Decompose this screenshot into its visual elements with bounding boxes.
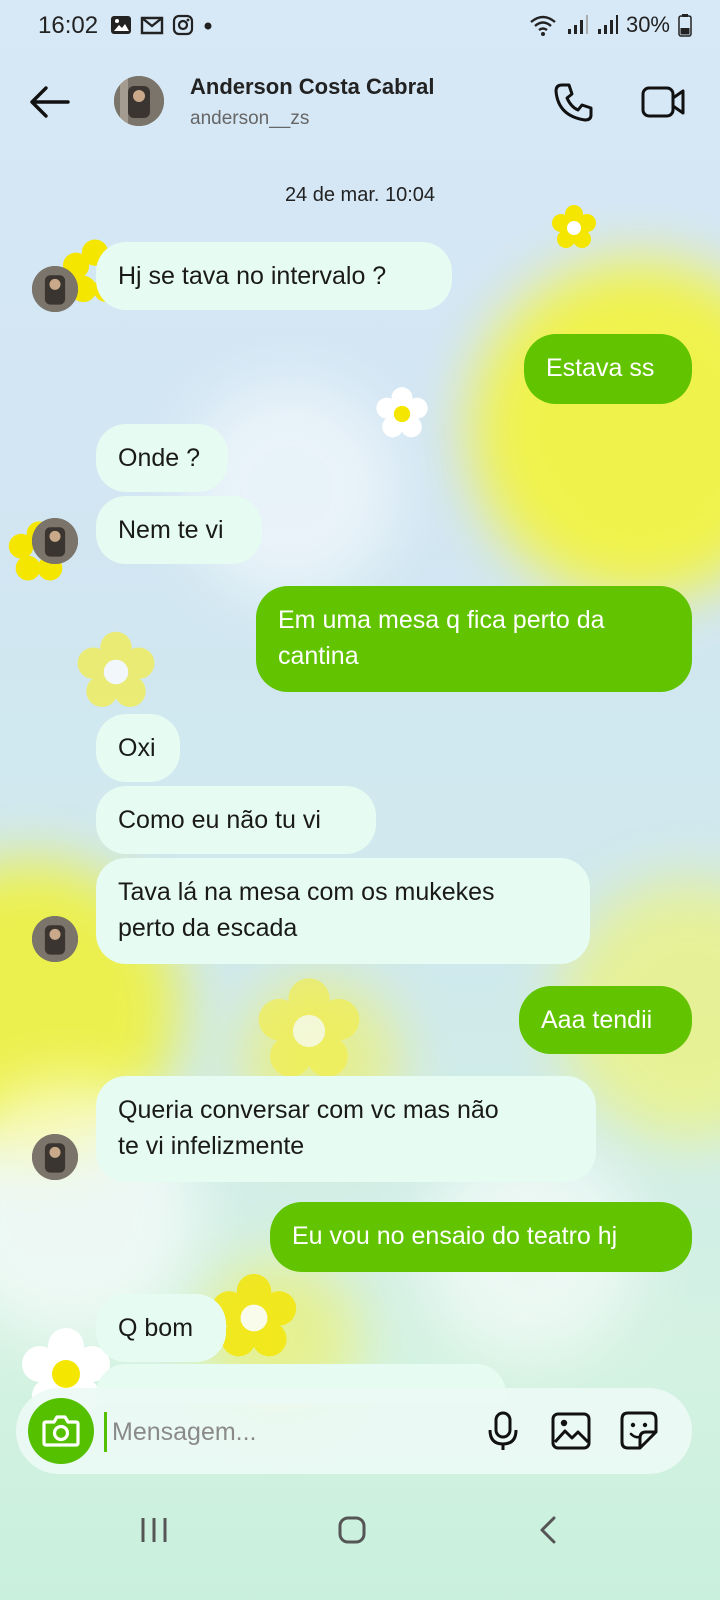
sticker-icon[interactable] xyxy=(616,1408,662,1454)
gallery-icon xyxy=(111,16,131,34)
status-bar: 16:02 30% xyxy=(0,0,720,52)
message-text: Queria conversar com vc mas não xyxy=(118,1096,499,1124)
wifi-icon xyxy=(530,15,556,36)
microphone-icon[interactable] xyxy=(480,1408,526,1454)
status-time: 16:02 xyxy=(38,12,99,39)
message-bubble-outgoing[interactable]: Em uma mesa q fica perto da cantina xyxy=(256,586,692,692)
message-text: te vi infelizmente xyxy=(118,1132,305,1160)
instagram-icon xyxy=(172,14,194,36)
image-icon[interactable] xyxy=(548,1408,594,1454)
camera-icon xyxy=(42,1415,80,1447)
message-bubble-incoming[interactable]: Onde ? xyxy=(96,424,228,492)
message-text: Aaa tendii xyxy=(541,1006,653,1034)
message-bubble-incoming[interactable]: Oxi xyxy=(96,714,180,782)
back-icon[interactable] xyxy=(520,1508,580,1552)
avatar[interactable] xyxy=(32,518,78,564)
message-text: Oxi xyxy=(118,734,156,762)
flower-decoration-icon xyxy=(376,387,428,438)
chat-header: Anderson Costa Cabral anderson__zs xyxy=(0,60,720,146)
signal-icon xyxy=(597,15,618,34)
message-text: Eu vou no ensaio do teatro hj xyxy=(292,1222,618,1250)
message-text: Nem te vi xyxy=(118,516,224,544)
system-navigation-bar xyxy=(0,1490,720,1570)
message-bubble-incoming[interactable]: Q bom xyxy=(96,1294,226,1362)
message-text: Onde ? xyxy=(118,444,201,472)
avatar[interactable] xyxy=(114,76,164,126)
arrow-left-icon[interactable] xyxy=(26,82,72,122)
text-cursor xyxy=(104,1412,107,1452)
phone-icon[interactable] xyxy=(552,80,596,124)
avatar[interactable] xyxy=(32,266,78,312)
home-icon[interactable] xyxy=(322,1508,382,1552)
message-bubble-incoming[interactable]: Hj se tava no intervalo ? xyxy=(96,242,452,310)
battery-percent: 30% xyxy=(625,12,670,37)
avatar[interactable] xyxy=(32,916,78,962)
flower-decoration-icon xyxy=(258,978,360,1077)
message-text: Tava lá na mesa com os mukekes xyxy=(118,878,495,906)
signal-icon xyxy=(567,15,588,34)
message-text: cantina xyxy=(278,642,359,670)
message-bubble-outgoing[interactable]: Eu vou no ensaio do teatro hj xyxy=(270,1202,692,1272)
message-text: Como eu não tu vi xyxy=(118,806,321,834)
message-composer xyxy=(16,1388,692,1474)
recent-apps-icon[interactable] xyxy=(124,1508,184,1552)
message-bubble-outgoing[interactable]: Estava ss xyxy=(524,334,692,404)
flower-decoration-icon xyxy=(552,205,596,248)
message-bubble-incoming[interactable]: Nem te vi xyxy=(96,496,262,564)
battery-icon xyxy=(678,14,692,37)
message-input[interactable] xyxy=(110,1408,474,1456)
message-bubble-incoming[interactable]: Como eu não tu vi xyxy=(96,786,376,854)
message-text: perto da escada xyxy=(118,914,298,942)
message-text: Q bom xyxy=(118,1314,194,1342)
video-camera-icon[interactable] xyxy=(640,82,686,122)
message-bubble-incoming[interactable]: Tava lá na mesa com os mukekes perto da … xyxy=(96,858,590,964)
message-bubble-outgoing[interactable]: Aaa tendii xyxy=(519,986,692,1054)
date-separator: 24 de mar. 10:04 xyxy=(284,184,436,206)
flower-decoration-icon xyxy=(77,631,155,707)
contact-name[interactable]: Anderson Costa Cabral xyxy=(190,74,435,100)
message-text: Em uma mesa q fica perto da xyxy=(278,606,605,634)
dot-icon xyxy=(204,22,212,30)
camera-button[interactable] xyxy=(28,1398,94,1464)
message-bubble-incoming[interactable]: Queria conversar com vc mas não te vi in… xyxy=(96,1076,596,1182)
message-text: Hj se tava no intervalo ? xyxy=(118,262,387,290)
gmail-icon xyxy=(140,16,164,35)
avatar[interactable] xyxy=(32,1134,78,1180)
contact-username[interactable]: anderson__zs xyxy=(190,108,309,130)
message-text: Estava ss xyxy=(546,354,655,382)
